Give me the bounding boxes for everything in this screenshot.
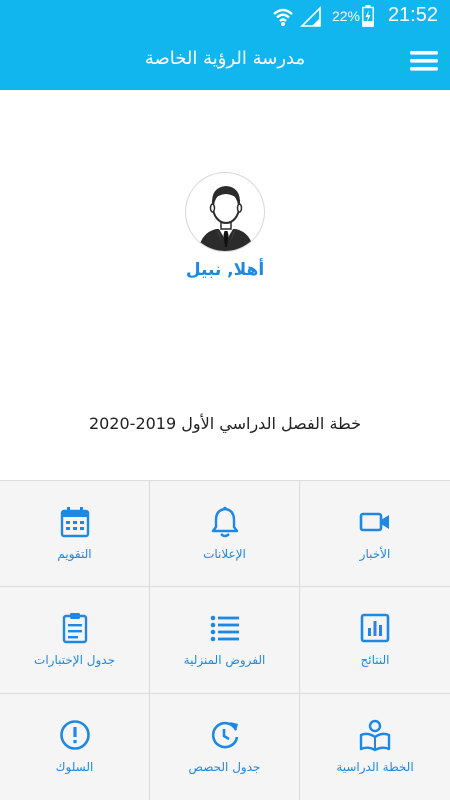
video-camera-icon bbox=[359, 512, 389, 532]
tile-label: الأخبار bbox=[359, 547, 391, 561]
refresh-clock-icon bbox=[211, 721, 238, 749]
tile-calendar[interactable]: التقويم bbox=[0, 481, 149, 586]
profile-section: أهلا, نبيل خطة الفصل الدراسي الأول 2019-… bbox=[0, 90, 450, 480]
tile-announcements[interactable]: الإعلانات bbox=[150, 481, 299, 586]
tile-label: السلوك bbox=[55, 760, 94, 774]
tile-label: النتائج bbox=[360, 653, 390, 667]
tile-class-schedule[interactable]: جدول الحصص bbox=[150, 694, 299, 800]
bar-chart-icon bbox=[360, 613, 390, 643]
tile-label: التقويم bbox=[57, 547, 92, 561]
avatar[interactable] bbox=[185, 172, 265, 252]
semester-plan-title: خطة الفصل الدراسي الأول 2019-2020 bbox=[88, 414, 362, 433]
tile-study-plan[interactable]: الخطة الدراسية bbox=[300, 694, 450, 800]
tile-label: جدول الحصص bbox=[188, 760, 261, 774]
wifi-icon bbox=[273, 8, 293, 26]
status-bar: 22% 21:52 bbox=[0, 0, 450, 34]
app-title: مدرسة الرؤية الخاصة bbox=[144, 48, 306, 69]
tile-label: الفروض المنزلية bbox=[183, 653, 266, 667]
signal-icon bbox=[300, 6, 321, 27]
battery-charging-icon bbox=[362, 5, 374, 27]
tile-behavior[interactable]: السلوك bbox=[0, 694, 149, 800]
bell-icon bbox=[211, 506, 238, 538]
alert-circle-icon bbox=[59, 720, 90, 750]
tile-homework[interactable]: الفروض المنزلية bbox=[150, 587, 299, 693]
clock: 21:52 bbox=[387, 4, 438, 26]
tile-label: الخطة الدراسية bbox=[336, 760, 414, 774]
reader-book-icon bbox=[359, 719, 391, 752]
tile-label: الإعلانات bbox=[203, 547, 246, 561]
battery-percent: 22% bbox=[331, 8, 360, 24]
user-avatar-icon bbox=[198, 186, 254, 251]
tile-results[interactable]: النتائج bbox=[300, 587, 450, 693]
menu-button[interactable] bbox=[408, 46, 440, 76]
calendar-icon bbox=[60, 507, 89, 538]
clipboard-list-icon bbox=[62, 613, 87, 644]
tile-label: جدول الإختبارات bbox=[34, 653, 115, 667]
menu-grid: التقويم الإعلانات الأخبار جدول الإختبارا… bbox=[0, 480, 450, 800]
list-icon bbox=[210, 615, 239, 642]
tile-news[interactable]: الأخبار bbox=[300, 481, 450, 586]
tile-exam-schedule[interactable]: جدول الإختبارات bbox=[0, 587, 149, 693]
greeting-text: أهلا, نبيل bbox=[185, 260, 265, 280]
app-bar: مدرسة الرؤية الخاصة bbox=[0, 34, 450, 90]
hamburger-menu-icon bbox=[410, 51, 438, 71]
